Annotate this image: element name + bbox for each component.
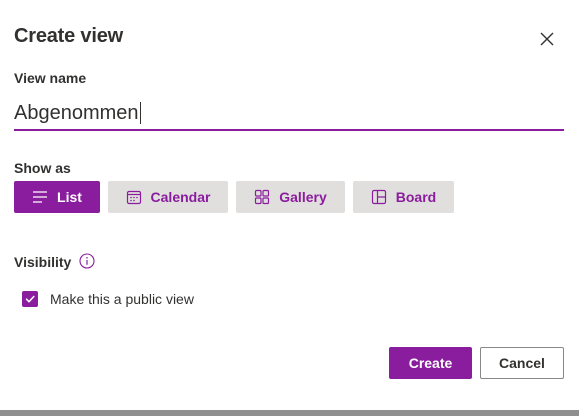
view-name-field-wrapper xyxy=(14,97,564,131)
view-name-input[interactable] xyxy=(14,97,564,129)
show-as-calendar-label: Calendar xyxy=(150,189,211,205)
public-view-checkbox[interactable] xyxy=(22,291,38,307)
checkmark-icon xyxy=(25,295,35,303)
show-as-list-label: List xyxy=(57,189,82,205)
calendar-icon xyxy=(126,190,141,205)
window-bottom-border xyxy=(0,410,579,416)
show-as-board-label: Board xyxy=(395,189,437,205)
view-name-label: View name xyxy=(14,70,87,86)
visibility-info-button[interactable] xyxy=(79,253,95,269)
show-as-gallery-label: Gallery xyxy=(279,189,327,205)
dialog-title: Create view xyxy=(14,25,123,47)
board-icon xyxy=(371,189,386,205)
show-as-gallery-button[interactable]: Gallery xyxy=(236,181,345,213)
text-caret xyxy=(140,102,141,124)
gallery-icon xyxy=(255,189,270,205)
visibility-label: Visibility xyxy=(14,254,72,270)
show-as-list-button[interactable]: List xyxy=(14,181,100,213)
create-view-dialog: Create view View name Show as List Calen… xyxy=(0,0,579,410)
show-as-board-button[interactable]: Board xyxy=(353,181,454,213)
close-button[interactable] xyxy=(535,27,559,51)
cancel-button[interactable]: Cancel xyxy=(480,347,564,379)
info-icon xyxy=(79,253,95,269)
show-as-calendar-button[interactable]: Calendar xyxy=(108,181,228,213)
list-icon xyxy=(33,191,48,203)
create-button[interactable]: Create xyxy=(389,347,472,379)
public-view-checkbox-label[interactable]: Make this a public view xyxy=(50,291,194,307)
close-icon xyxy=(540,32,554,46)
show-as-label: Show as xyxy=(14,160,71,176)
